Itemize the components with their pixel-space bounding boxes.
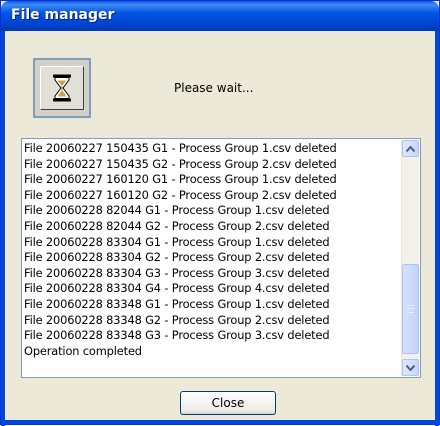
- log-line: File 20060227 160120 G2 - Process Group …: [24, 187, 337, 202]
- window-title: File manager: [11, 7, 115, 23]
- title-bar[interactable]: File manager: [1, 1, 439, 31]
- log-scrollbar[interactable]: [401, 140, 419, 376]
- scroll-down-button[interactable]: [402, 359, 419, 376]
- window-frame-right: [435, 31, 439, 426]
- log-line: File 20060228 83304 G1 - Process Group 1…: [24, 234, 330, 249]
- arrow-down-icon: [406, 364, 415, 371]
- scroll-grip-icon: [407, 305, 414, 313]
- log-line: File 20060228 82044 G1 - Process Group 1…: [24, 203, 330, 218]
- log-line: File 20060227 150435 G1 - Process Group …: [24, 141, 337, 155]
- log-line: File 20060228 83304 G4 - Process Group 4…: [24, 281, 330, 296]
- log-line: File 20060228 83304 G2 - Process Group 2…: [24, 250, 330, 265]
- file-manager-window: File manager Please wait... File 2006022…: [0, 0, 440, 426]
- close-button[interactable]: Close: [180, 391, 276, 415]
- log-list-content: File 20060227 150435 G1 - Process Group …: [24, 141, 401, 375]
- scroll-thumb[interactable]: [402, 264, 419, 354]
- arrow-up-icon: [406, 145, 415, 152]
- status-message: Please wait...: [174, 81, 254, 95]
- log-line-final: Operation completed: [24, 343, 142, 358]
- hourglass-icon: [40, 66, 84, 110]
- log-line: File 20060228 82044 G2 - Process Group 2…: [24, 218, 330, 233]
- log-line: File 20060227 150435 G2 - Process Group …: [24, 156, 337, 171]
- log-line: File 20060228 83348 G2 - Process Group 2…: [24, 312, 330, 327]
- window-frame-bottom: [1, 420, 440, 424]
- log-line: File 20060227 160120 G1 - Process Group …: [24, 172, 337, 187]
- log-line: File 20060228 83304 G3 - Process Group 3…: [24, 265, 330, 280]
- scroll-up-button[interactable]: [402, 140, 419, 157]
- log-line: File 20060228 83348 G3 - Process Group 3…: [24, 328, 330, 343]
- log-line: File 20060228 83348 G1 - Process Group 1…: [24, 296, 330, 311]
- window-frame-left: [1, 31, 5, 426]
- status-icon-frame: [33, 58, 91, 118]
- log-listbox[interactable]: File 20060227 150435 G1 - Process Group …: [21, 138, 421, 378]
